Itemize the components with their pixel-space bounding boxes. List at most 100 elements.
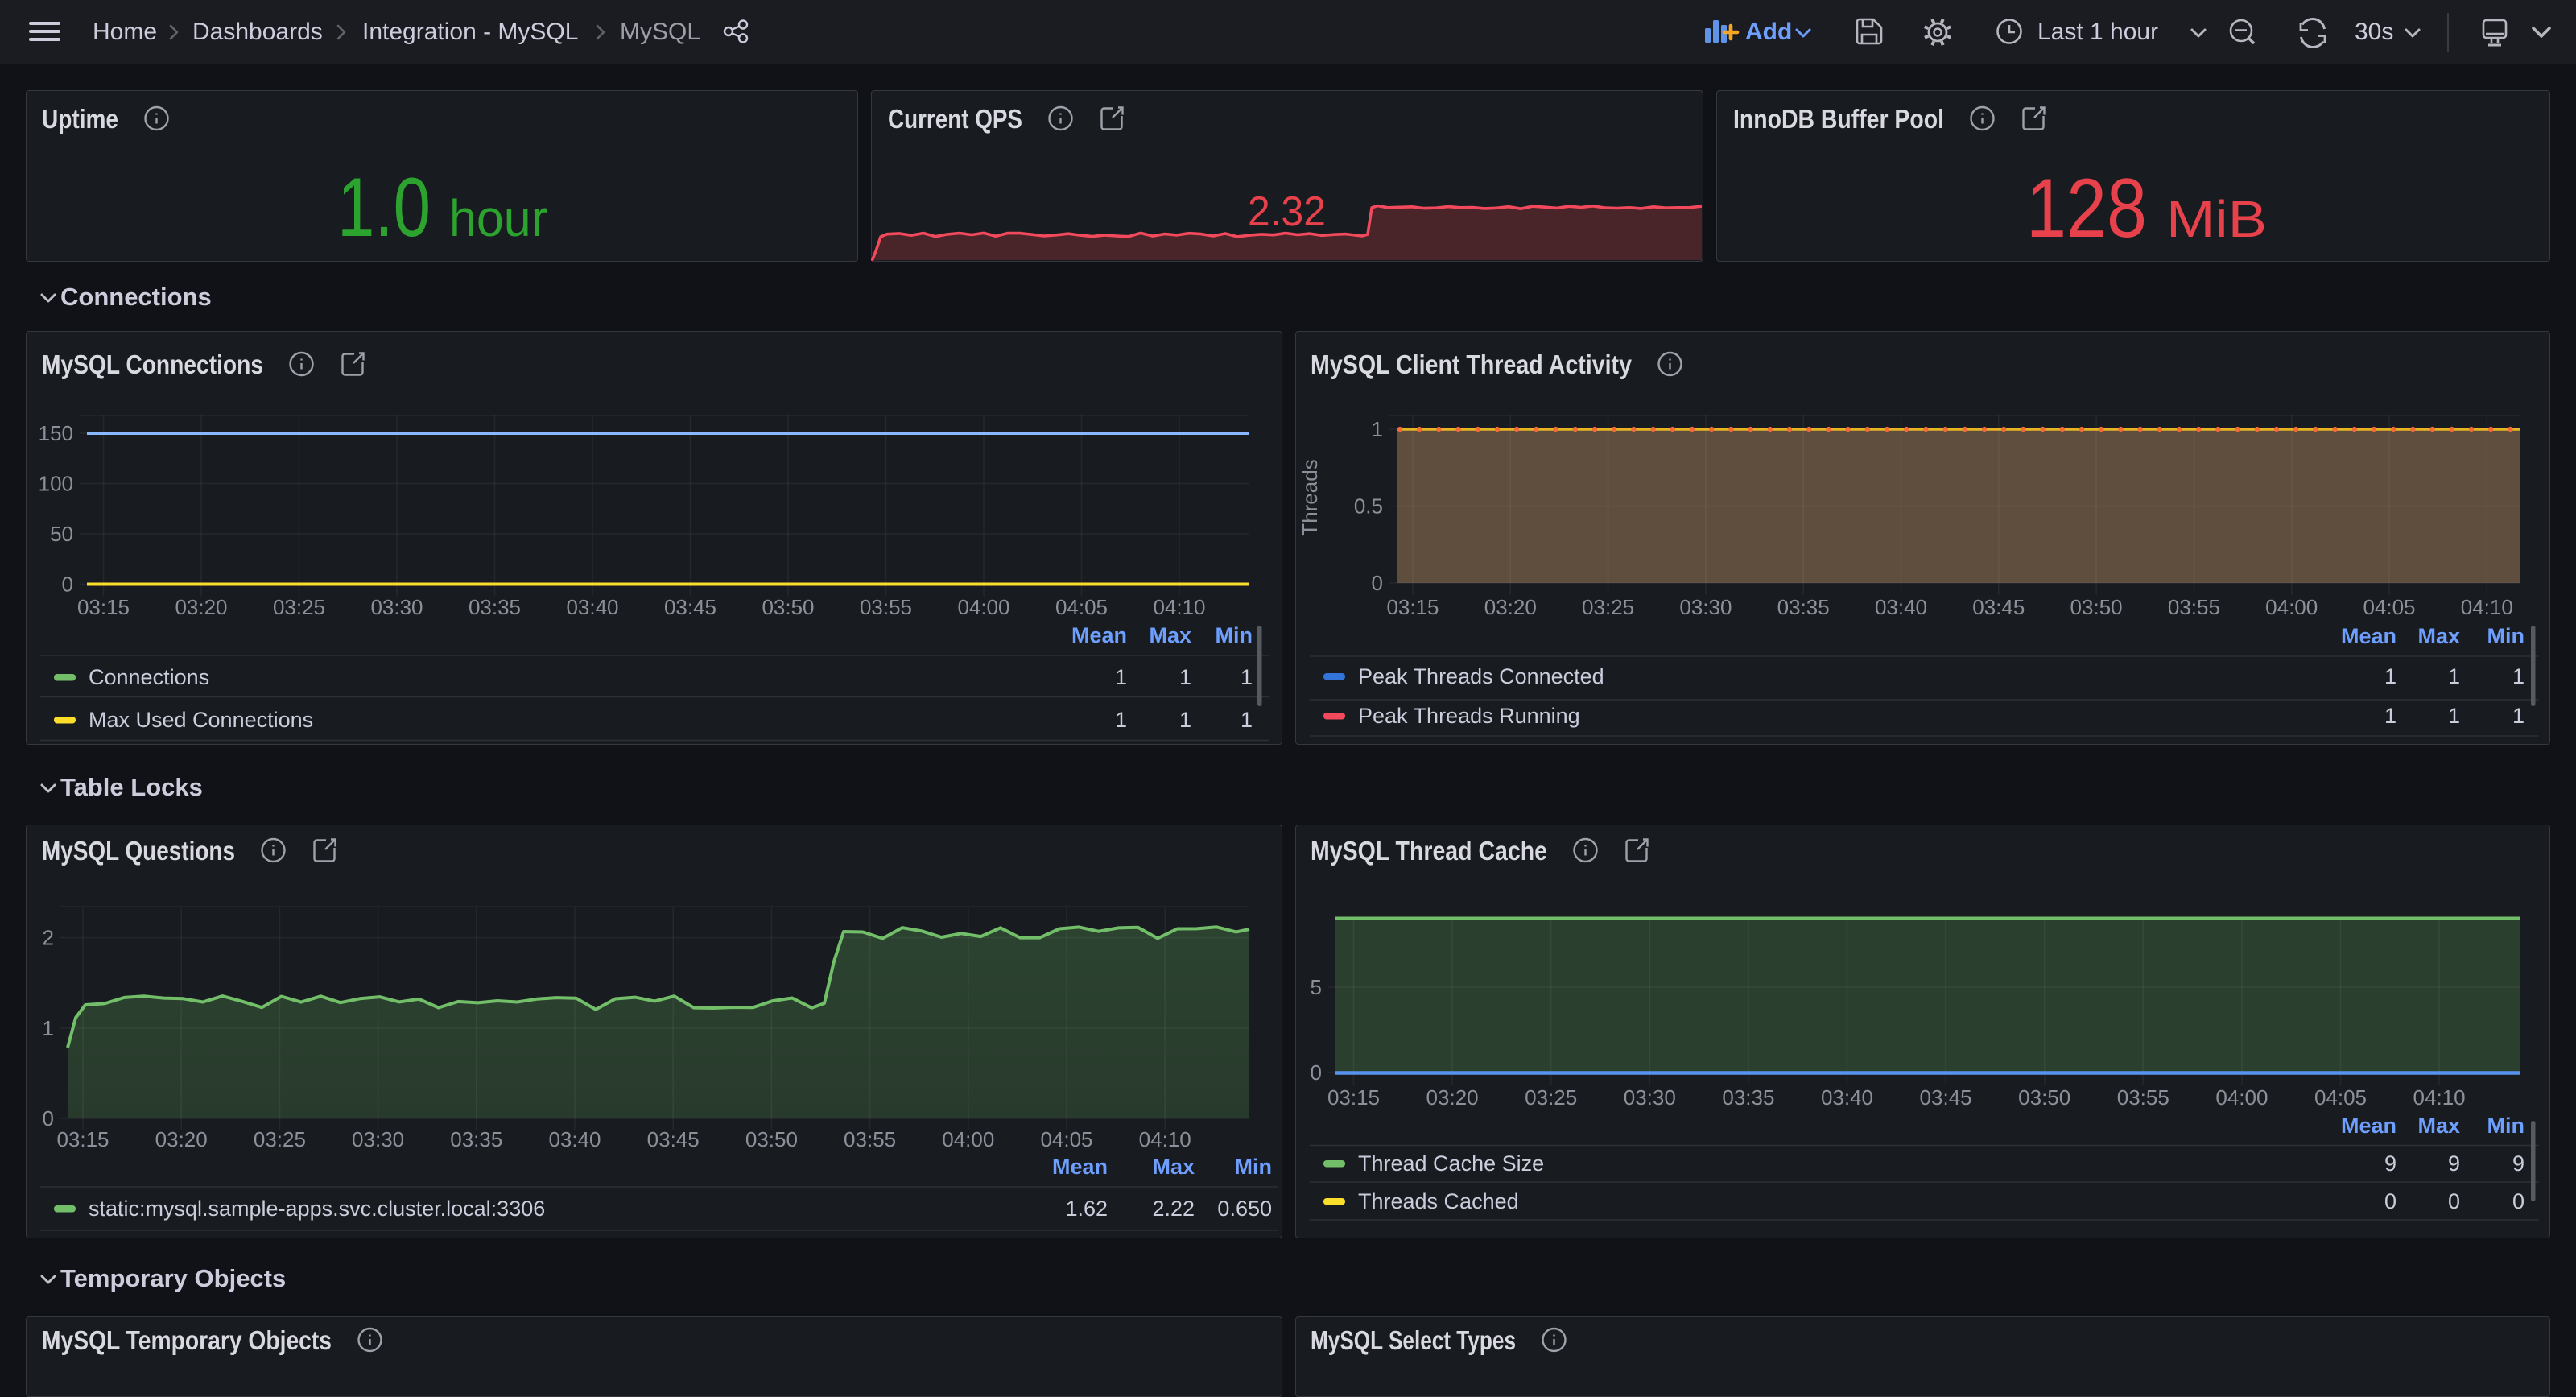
svg-text:03:30: 03:30: [1679, 595, 1732, 619]
svg-text:0: 0: [1372, 571, 1383, 595]
svg-text:Max: Max: [1149, 623, 1191, 647]
svg-text:1: 1: [2384, 704, 2396, 728]
svg-text:Max: Max: [1152, 1155, 1195, 1179]
svg-text:1: 1: [1115, 708, 1127, 732]
svg-text:50: 50: [50, 522, 73, 546]
svg-text:03:35: 03:35: [450, 1127, 502, 1151]
svg-text:03:20: 03:20: [155, 1127, 208, 1151]
svg-text:03:30: 03:30: [352, 1127, 404, 1151]
svg-text:03:55: 03:55: [2168, 595, 2220, 619]
svg-text:5: 5: [1311, 975, 1322, 999]
svg-text:9: 9: [2384, 1151, 2396, 1176]
svg-text:1: 1: [2512, 704, 2524, 728]
svg-text:2.22: 2.22: [1152, 1197, 1195, 1221]
svg-text:03:45: 03:45: [1972, 595, 2025, 619]
svg-text:150: 150: [39, 421, 73, 445]
svg-text:03:30: 03:30: [1624, 1085, 1676, 1110]
svg-text:0: 0: [43, 1106, 54, 1130]
svg-text:2.32: 2.32: [1248, 188, 1326, 235]
svg-text:04:05: 04:05: [2363, 595, 2415, 619]
svg-text:03:35: 03:35: [469, 595, 521, 619]
svg-text:1: 1: [1241, 708, 1253, 732]
svg-text:128: 128: [2026, 162, 2147, 255]
svg-text:0: 0: [2384, 1189, 2396, 1213]
svg-text:04:00: 04:00: [942, 1127, 994, 1151]
svg-text:03:40: 03:40: [548, 1127, 601, 1151]
svg-text:Max: Max: [2417, 624, 2460, 648]
svg-text:9: 9: [2448, 1151, 2460, 1176]
svg-text:03:45: 03:45: [664, 595, 716, 619]
svg-text:Mean: Mean: [1052, 1155, 1108, 1179]
svg-text:MySQL Select Types: MySQL Select Types: [1311, 1325, 1516, 1355]
svg-text:1: 1: [1179, 665, 1191, 689]
svg-text:1: 1: [1179, 708, 1191, 732]
svg-text:03:25: 03:25: [1525, 1085, 1577, 1110]
svg-text:03:55: 03:55: [844, 1127, 896, 1151]
svg-text:100: 100: [39, 472, 73, 496]
svg-text:Min: Min: [2487, 1114, 2525, 1138]
svg-text:Mean: Mean: [2341, 624, 2396, 648]
svg-text:04:00: 04:00: [957, 595, 1009, 619]
svg-text:1: 1: [1115, 665, 1127, 689]
svg-text:1: 1: [2384, 664, 2396, 688]
svg-text:03:35: 03:35: [1777, 595, 1830, 619]
svg-text:1.62: 1.62: [1065, 1197, 1108, 1221]
svg-text:03:20: 03:20: [1484, 595, 1537, 619]
svg-text:03:20: 03:20: [175, 595, 227, 619]
svg-text:1.0: 1.0: [337, 161, 431, 254]
svg-text:03:50: 03:50: [762, 595, 814, 619]
svg-text:Min: Min: [1235, 1155, 1273, 1179]
svg-text:04:10: 04:10: [2461, 595, 2513, 619]
svg-text:2: 2: [43, 926, 54, 950]
svg-text:04:10: 04:10: [2413, 1085, 2466, 1110]
svg-text:04:10: 04:10: [1153, 595, 1205, 619]
svg-text:04:05: 04:05: [1055, 595, 1108, 619]
svg-text:03:15: 03:15: [77, 595, 130, 619]
svg-text:Connections: Connections: [89, 665, 209, 689]
svg-text:Min: Min: [2487, 624, 2525, 648]
svg-text:Thread Cache Size: Thread Cache Size: [1358, 1151, 1544, 1176]
svg-text:04:10: 04:10: [1139, 1127, 1191, 1151]
svg-text:1: 1: [1372, 417, 1383, 441]
svg-text:03:55: 03:55: [2117, 1085, 2169, 1110]
svg-text:03:15: 03:15: [1327, 1085, 1380, 1110]
svg-text:Peak Threads Connected: Peak Threads Connected: [1358, 664, 1604, 688]
svg-text:03:25: 03:25: [1582, 595, 1634, 619]
svg-text:Threads: Threads: [1298, 459, 1322, 535]
svg-text:03:15: 03:15: [1386, 595, 1439, 619]
svg-text:03:50: 03:50: [745, 1127, 798, 1151]
svg-text:0: 0: [2448, 1189, 2460, 1213]
svg-text:1: 1: [2448, 664, 2460, 688]
svg-text:03:40: 03:40: [1875, 595, 1927, 619]
svg-text:Min: Min: [1216, 623, 1253, 647]
svg-text:03:45: 03:45: [1920, 1085, 1972, 1110]
svg-text:03:55: 03:55: [860, 595, 912, 619]
svg-text:03:20: 03:20: [1426, 1085, 1479, 1110]
svg-text:1: 1: [2512, 664, 2524, 688]
svg-text:1: 1: [43, 1016, 54, 1040]
svg-text:03:30: 03:30: [370, 595, 423, 619]
svg-text:Peak Threads Running: Peak Threads Running: [1358, 704, 1580, 728]
svg-text:0: 0: [1311, 1060, 1322, 1085]
svg-text:9: 9: [2512, 1151, 2524, 1176]
svg-text:0.5: 0.5: [1354, 494, 1383, 519]
svg-text:04:05: 04:05: [2314, 1085, 2367, 1110]
svg-text:Mean: Mean: [1071, 623, 1127, 647]
svg-text:03:40: 03:40: [566, 595, 618, 619]
svg-text:03:25: 03:25: [254, 1127, 306, 1151]
svg-text:0: 0: [2512, 1189, 2524, 1213]
svg-text:hour: hour: [449, 189, 547, 247]
svg-text:03:15: 03:15: [56, 1127, 109, 1151]
svg-text:03:25: 03:25: [273, 595, 325, 619]
svg-text:Max Used Connections: Max Used Connections: [89, 708, 313, 732]
svg-text:Mean: Mean: [2341, 1114, 2396, 1138]
svg-text:1: 1: [1241, 665, 1253, 689]
svg-text:MySQL Temporary Objects: MySQL Temporary Objects: [42, 1325, 332, 1355]
svg-text:static:mysql.sample-apps.svc.c: static:mysql.sample-apps.svc.cluster.loc…: [89, 1197, 545, 1221]
svg-text:MiB: MiB: [2166, 190, 2267, 248]
svg-text:03:40: 03:40: [1821, 1085, 1873, 1110]
svg-text:03:50: 03:50: [2018, 1085, 2070, 1110]
svg-text:0.650: 0.650: [1217, 1197, 1272, 1221]
svg-text:1: 1: [2448, 704, 2460, 728]
svg-text:Max: Max: [2417, 1114, 2460, 1138]
